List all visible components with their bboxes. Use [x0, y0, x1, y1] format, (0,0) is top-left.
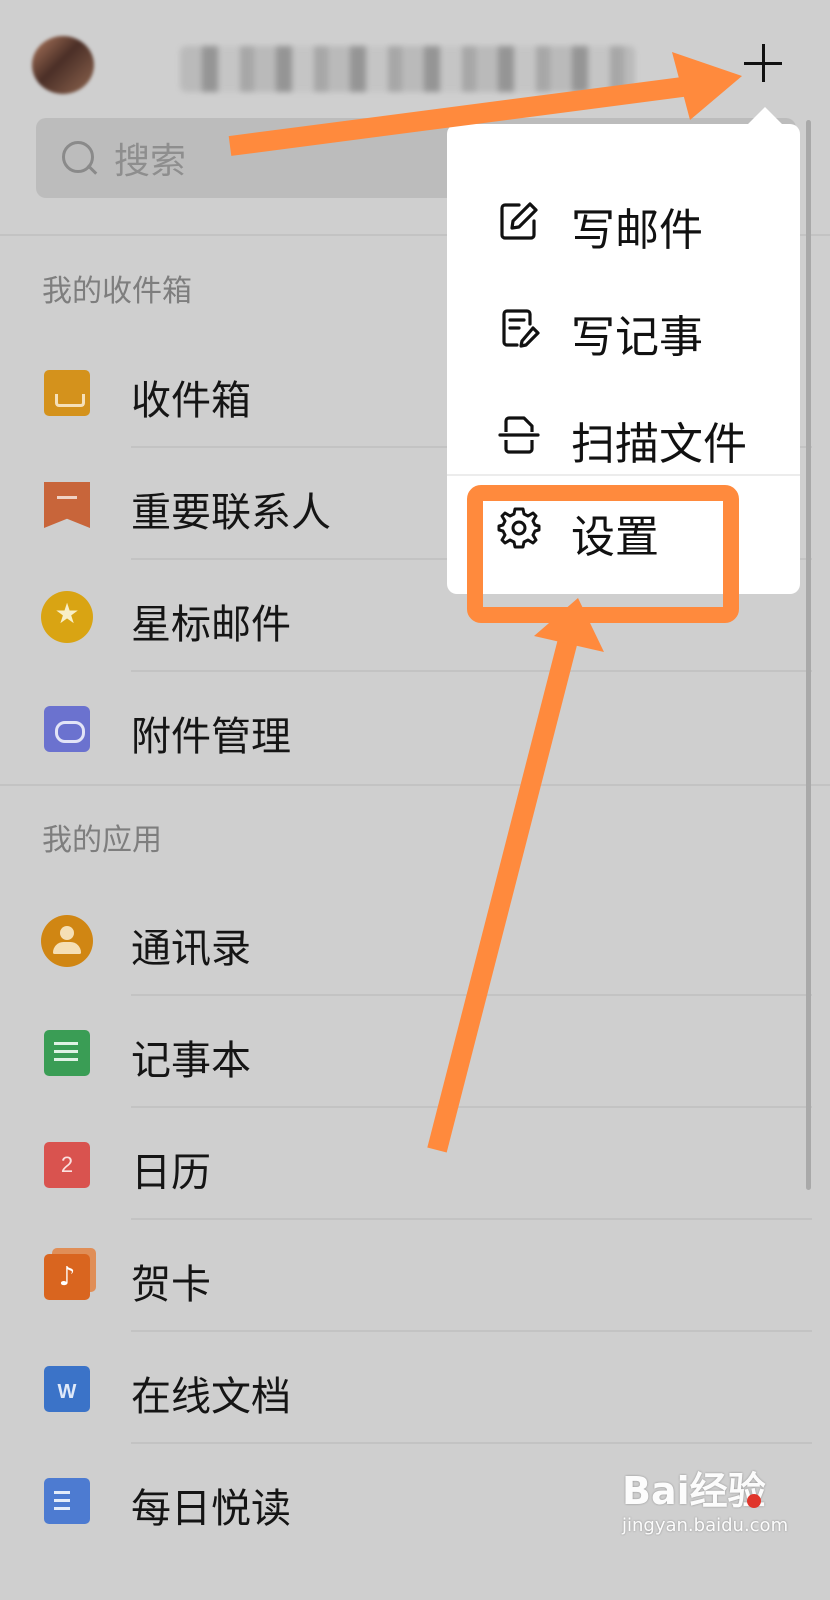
list-item-label: 贺卡 — [131, 1262, 211, 1308]
reading-icon — [44, 1478, 90, 1524]
watermark-url: jingyan.baidu.com — [622, 1515, 789, 1536]
section-title-apps: 我的应用 — [42, 823, 162, 858]
watermark-logo-text: Bai经验 — [622, 1469, 766, 1513]
section-divider — [0, 784, 830, 786]
list-item-label: 附件管理 — [131, 714, 291, 760]
account-name-redacted — [180, 46, 635, 92]
contacts-icon — [41, 915, 93, 967]
menu-divider — [447, 474, 800, 476]
menu-item-label: 扫描文件 — [571, 419, 747, 470]
star-icon — [41, 591, 93, 643]
add-menu-popup: 写邮件 写记事 扫描文件 设置 — [447, 124, 800, 594]
inbox-icon — [44, 370, 90, 416]
list-item-attachments[interactable]: 附件管理 — [0, 672, 830, 784]
avatar[interactable] — [32, 36, 94, 94]
search-icon — [62, 141, 96, 175]
scan-icon — [498, 416, 540, 454]
list-item-label: 每日悦读 — [131, 1486, 291, 1532]
word-doc-icon: W — [44, 1366, 90, 1412]
scrollbar[interactable] — [806, 120, 811, 1190]
note-edit-icon — [502, 309, 540, 348]
add-button[interactable] — [738, 38, 788, 88]
top-bar — [0, 0, 830, 120]
list-item-online-docs[interactable]: W 在线文档 — [0, 1332, 830, 1444]
menu-item-label: 写邮件 — [571, 205, 703, 256]
menu-item-label: 写记事 — [571, 312, 703, 363]
attachment-icon — [44, 706, 90, 752]
menu-item-scan[interactable]: 扫描文件 — [447, 382, 800, 489]
menu-item-compose-mail[interactable]: 写邮件 — [447, 168, 800, 275]
music-card-icon: ♪ — [44, 1248, 96, 1300]
list-item-contacts[interactable]: 通讯录 — [0, 884, 830, 996]
menu-item-write-note[interactable]: 写记事 — [447, 275, 800, 382]
list-item-label: 重要联系人 — [131, 490, 331, 536]
notebook-icon — [44, 1030, 90, 1076]
section-title-inbox: 我的收件箱 — [42, 274, 192, 309]
list-item-label: 记事本 — [131, 1038, 251, 1084]
list-item-label: 星标邮件 — [131, 602, 291, 648]
list-item-calendar[interactable]: 2 日历 — [0, 1108, 830, 1220]
list-item-notebook[interactable]: 记事本 — [0, 996, 830, 1108]
list-item-label: 在线文档 — [131, 1374, 291, 1420]
list-item-greeting-card[interactable]: ♪ 贺卡 — [0, 1220, 830, 1332]
bookmark-icon — [44, 482, 90, 528]
gear-icon — [497, 507, 541, 549]
compose-icon — [500, 202, 538, 240]
menu-item-label: 设置 — [571, 512, 659, 563]
menu-item-settings[interactable]: 设置 — [447, 479, 800, 586]
list-item-label: 通讯录 — [131, 926, 251, 972]
notification-dot — [747, 1494, 761, 1508]
search-placeholder: 搜索 — [114, 141, 187, 182]
list-item-label: 日历 — [131, 1150, 211, 1196]
calendar-icon: 2 — [44, 1142, 90, 1188]
list-item-label: 收件箱 — [131, 378, 251, 424]
watermark: Bai经验 jingyan.baidu.com — [622, 1460, 788, 1536]
